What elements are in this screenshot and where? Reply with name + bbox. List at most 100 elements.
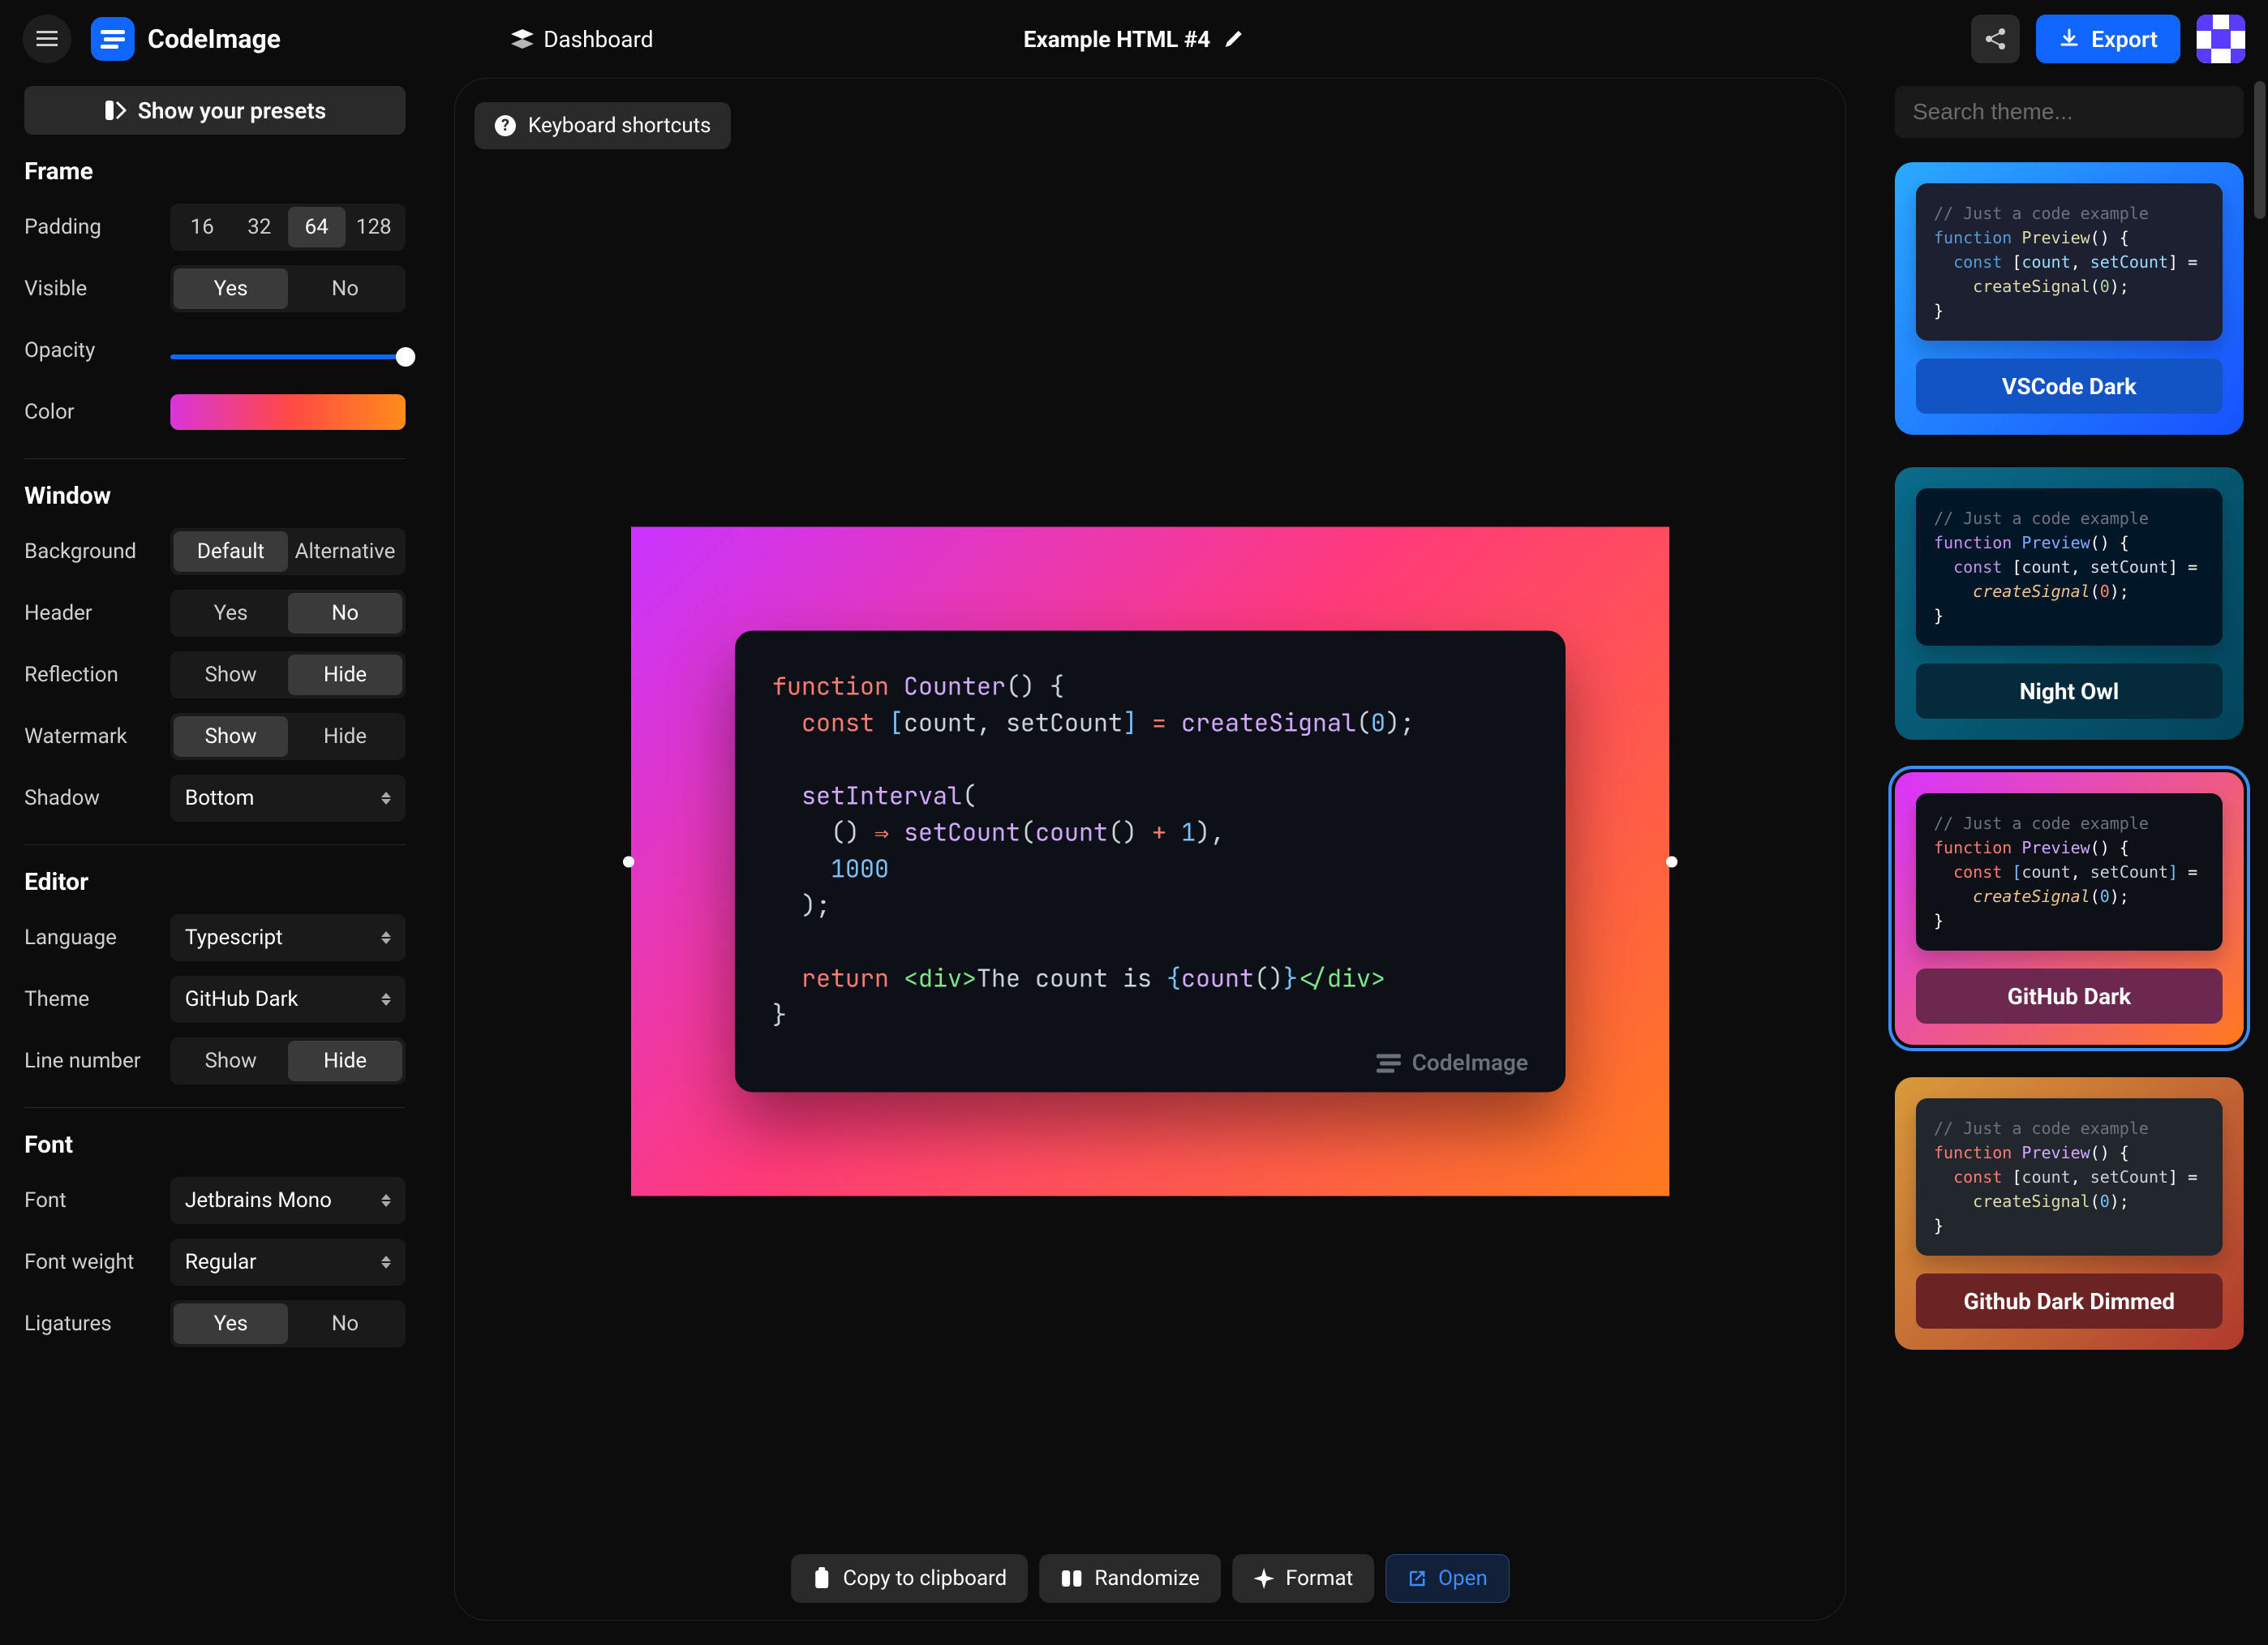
open-label: Open — [1438, 1566, 1488, 1591]
document-title[interactable]: Example HTML #4 — [1024, 26, 1210, 53]
bg-alt[interactable]: Alternative — [288, 531, 402, 572]
language-select[interactable]: Typescript — [170, 914, 406, 961]
copy-button[interactable]: Copy to clipboard — [791, 1554, 1028, 1603]
font-select[interactable]: Jetbrains Mono — [170, 1177, 406, 1224]
app-name: CodeImage — [148, 24, 281, 54]
theme-name[interactable]: GitHub Dark — [1916, 969, 2223, 1024]
reflection-segmented: Show Hide — [170, 651, 406, 698]
watermark-hide[interactable]: Hide — [288, 716, 402, 757]
theme-card-ghdark[interactable]: // Just a code example function Preview(… — [1895, 772, 2244, 1045]
background-label: Background — [24, 539, 170, 564]
visible-label: Visible — [24, 277, 170, 301]
theme-name[interactable]: VSCode Dark — [1916, 359, 2223, 414]
watermark-segmented: Show Hide — [170, 713, 406, 760]
font-heading: Font — [24, 1131, 406, 1159]
share-button[interactable] — [1971, 15, 2020, 63]
header-yes[interactable]: Yes — [174, 593, 288, 634]
weight-select[interactable]: Regular — [170, 1239, 406, 1286]
shadow-value: Bottom — [185, 786, 254, 810]
linenum-show[interactable]: Show — [174, 1041, 288, 1081]
padding-64[interactable]: 64 — [288, 207, 346, 247]
theme-card-nightowl[interactable]: // Just a code example function Preview(… — [1895, 467, 2244, 740]
stack-icon — [511, 29, 534, 49]
theme-preview: // Just a code example function Preview(… — [1916, 1098, 2223, 1256]
open-button[interactable]: Open — [1385, 1554, 1510, 1603]
color-swatch[interactable] — [170, 394, 406, 430]
theme-name[interactable]: Night Owl — [1916, 664, 2223, 719]
dashboard-link[interactable]: Dashboard — [511, 26, 653, 53]
show-presets-button[interactable]: Show your presets — [24, 86, 406, 135]
resize-handle-right[interactable] — [1666, 856, 1677, 867]
weight-label: Font weight — [24, 1250, 170, 1274]
copy-label: Copy to clipboard — [843, 1566, 1007, 1591]
watermark-label: Watermark — [24, 724, 170, 749]
visible-segmented: Yes No — [170, 265, 406, 312]
theme-name[interactable]: Github Dark Dimmed — [1916, 1273, 2223, 1329]
weight-value: Regular — [185, 1250, 256, 1274]
visible-no[interactable]: No — [288, 268, 402, 309]
visible-yes[interactable]: Yes — [174, 268, 288, 309]
randomize-icon — [1060, 1567, 1083, 1590]
theme-card-ghdim[interactable]: // Just a code example function Preview(… — [1895, 1077, 2244, 1350]
dashboard-label: Dashboard — [543, 26, 653, 53]
padding-label: Padding — [24, 215, 170, 239]
ligatures-segmented: Yes No — [170, 1300, 406, 1347]
export-button[interactable]: Export — [2036, 15, 2180, 63]
opacity-label: Opacity — [24, 338, 170, 363]
color-label: Color — [24, 400, 170, 424]
editor-heading: Editor — [24, 868, 406, 896]
padding-16[interactable]: 16 — [174, 207, 231, 247]
ligatures-no[interactable]: No — [288, 1304, 402, 1344]
scrollbar-thumb[interactable] — [2254, 81, 2266, 219]
header-segmented: Yes No — [170, 590, 406, 637]
linenum-hide[interactable]: Hide — [288, 1041, 402, 1081]
linenum-label: Line number — [24, 1049, 170, 1073]
external-link-icon — [1407, 1569, 1427, 1588]
watermark-show[interactable]: Show — [174, 716, 288, 757]
bg-default[interactable]: Default — [174, 531, 288, 572]
header-no[interactable]: No — [288, 593, 402, 634]
window-heading: Window — [24, 482, 406, 510]
padding-segmented: 16 32 64 128 — [170, 204, 406, 251]
reflection-hide[interactable]: Hide — [288, 655, 402, 695]
opacity-thumb[interactable] — [396, 347, 415, 367]
watermark-text: CodeImage — [1412, 1050, 1528, 1076]
format-button[interactable]: Format — [1232, 1554, 1374, 1603]
randomize-label: Randomize — [1094, 1566, 1200, 1591]
theme-search-input[interactable] — [1895, 86, 2244, 138]
code-window[interactable]: function Counter() { const [count, setCo… — [735, 631, 1566, 1093]
code-content[interactable]: function Counter() { const [count, setCo… — [772, 668, 1528, 1033]
shadow-label: Shadow — [24, 786, 170, 810]
language-label: Language — [24, 926, 170, 950]
padding-32[interactable]: 32 — [231, 207, 289, 247]
resize-handle-left[interactable] — [623, 856, 634, 867]
theme-preview: // Just a code example function Preview(… — [1916, 183, 2223, 341]
question-icon: ? — [494, 114, 517, 137]
download-icon — [2059, 28, 2080, 49]
theme-preview: // Just a code example function Preview(… — [1916, 793, 2223, 951]
watermark-icon — [1377, 1050, 1401, 1075]
linenum-segmented: Show Hide — [170, 1037, 406, 1084]
language-value: Typescript — [185, 926, 283, 950]
font-value: Jetbrains Mono — [185, 1188, 332, 1213]
avatar[interactable] — [2197, 15, 2245, 63]
menu-button[interactable] — [23, 15, 71, 63]
share-icon — [1984, 28, 2007, 50]
export-label: Export — [2091, 26, 2158, 53]
presets-label: Show your presets — [138, 97, 326, 124]
keyboard-shortcuts-button[interactable]: ? Keyboard shortcuts — [475, 102, 731, 149]
randomize-button[interactable]: Randomize — [1039, 1554, 1221, 1603]
padding-128[interactable]: 128 — [346, 207, 403, 247]
theme-select[interactable]: GitHub Dark — [170, 976, 406, 1023]
shadow-select[interactable]: Bottom — [170, 775, 406, 822]
theme-card-vscode[interactable]: // Just a code example function Preview(… — [1895, 162, 2244, 435]
clipboard-icon — [812, 1567, 831, 1590]
hamburger-icon — [37, 31, 58, 47]
ligatures-yes[interactable]: Yes — [174, 1304, 288, 1344]
theme-preview: // Just a code example function Preview(… — [1916, 488, 2223, 646]
reflection-label: Reflection — [24, 663, 170, 687]
opacity-slider[interactable] — [170, 354, 406, 359]
app-logo-icon — [91, 17, 135, 61]
reflection-show[interactable]: Show — [174, 655, 288, 695]
edit-icon[interactable] — [1223, 28, 1244, 49]
